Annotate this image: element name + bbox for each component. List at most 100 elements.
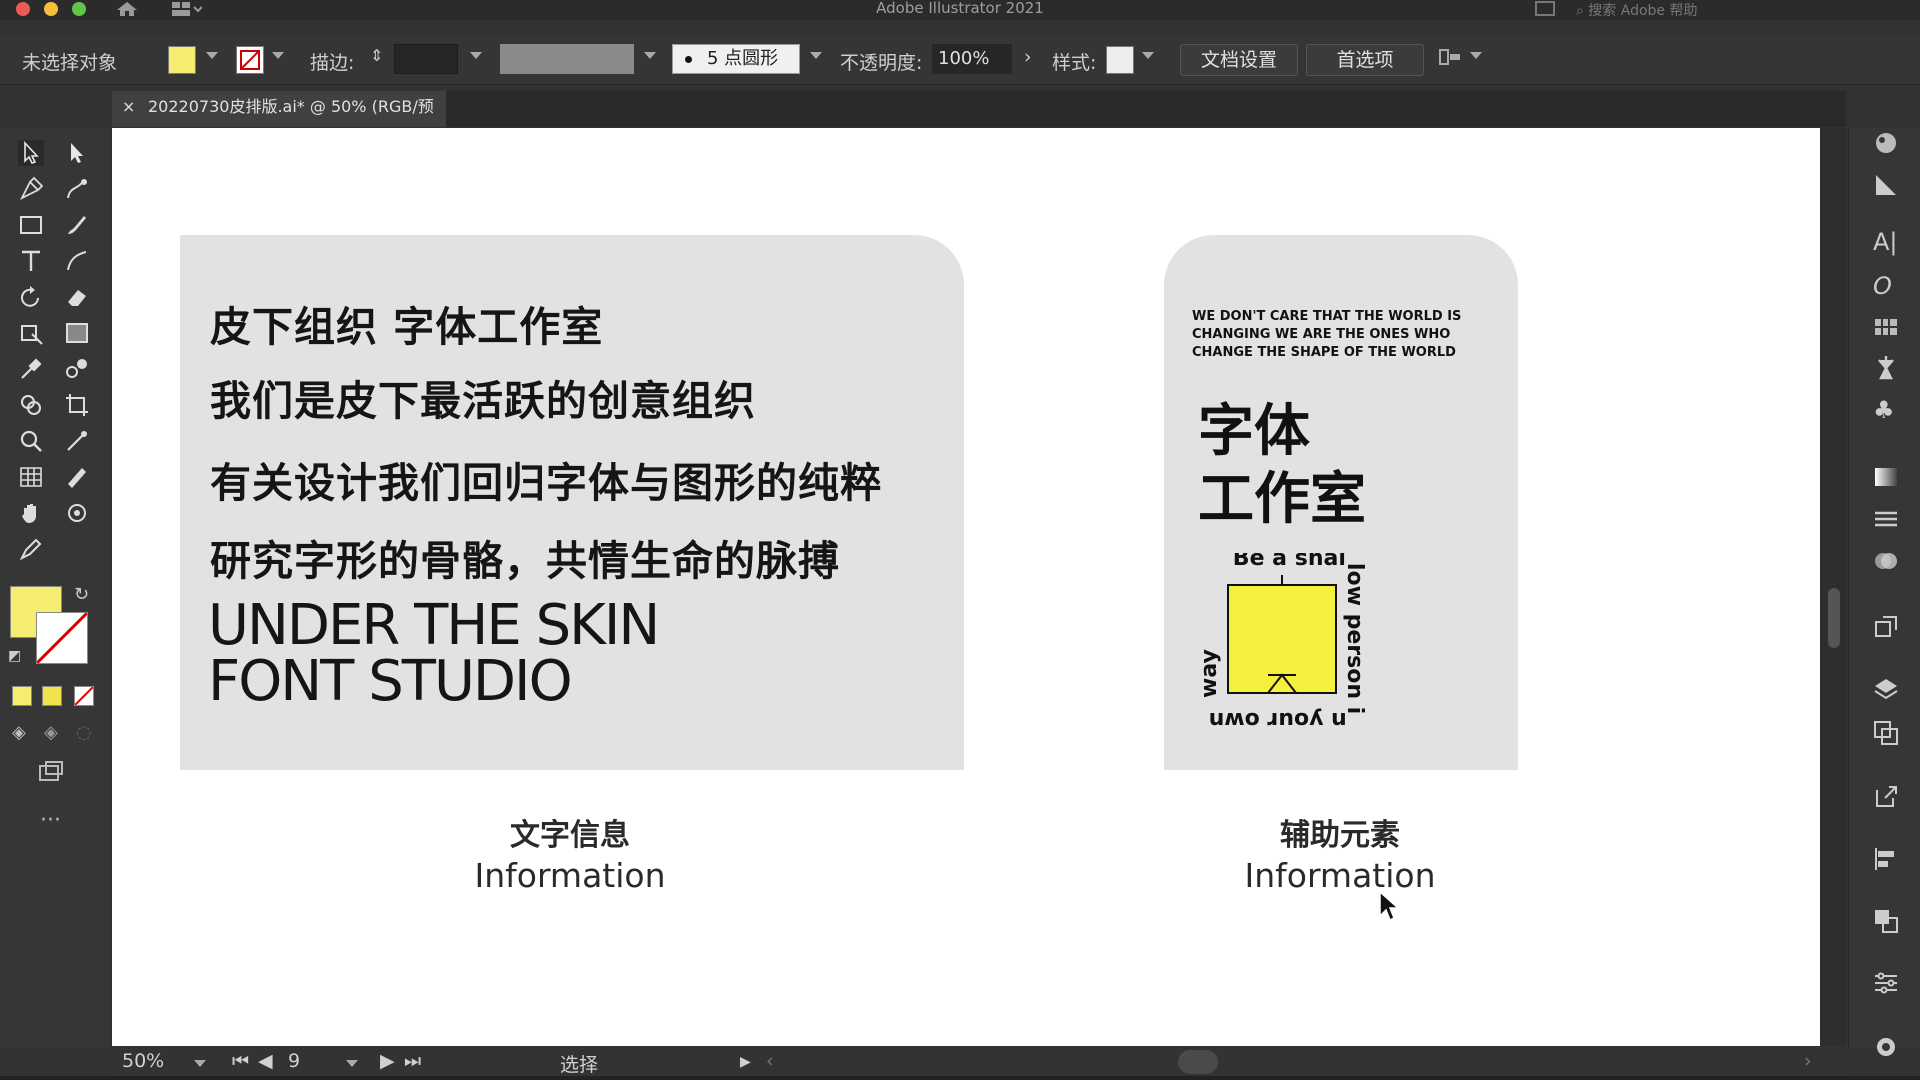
caption-text-info-zh: 文字信息	[510, 818, 630, 853]
layers-icon[interactable]	[1873, 676, 1899, 702]
brush-definition-select[interactable]: 5 点圆形	[672, 44, 800, 74]
vertical-scrollbar[interactable]	[1820, 128, 1846, 1046]
brush-dropdown-icon[interactable]	[810, 52, 822, 59]
edit-toolbar-icon[interactable]: ···	[40, 808, 66, 834]
stroke-panel-icon[interactable]	[1873, 506, 1899, 532]
draw-normal-icon[interactable]: ◈	[12, 722, 38, 748]
help-search-placeholder: 搜索 Adobe 帮助	[1588, 3, 1698, 19]
fill-swatch[interactable]	[168, 46, 196, 74]
graph-tool-icon[interactable]	[18, 464, 44, 490]
preferences-button[interactable]: 首选项	[1306, 44, 1424, 76]
scroll-left-icon[interactable]: ‹	[766, 1050, 774, 1072]
document-tab[interactable]: × 20220730皮排版.ai* @ 50% (RGB/预览)	[112, 91, 446, 148]
tool-status: 选择	[560, 1054, 599, 1076]
aux-elements-card[interactable]: WE DON'T CARE THAT THE WORLD IS CHANGING…	[1164, 235, 1518, 770]
swap-fill-stroke-icon[interactable]: ↻	[74, 584, 100, 610]
swatches-icon[interactable]	[1873, 314, 1899, 340]
draw-behind-icon[interactable]: ◈	[44, 722, 70, 748]
direct-selection-tool-icon[interactable]	[64, 140, 90, 166]
align-icon[interactable]	[1873, 846, 1899, 872]
draw-inside-icon[interactable]: ◌	[76, 722, 102, 748]
stroke-color-box[interactable]	[35, 611, 89, 665]
eyedropper-tool-icon[interactable]	[18, 356, 44, 382]
status-menu-icon[interactable]: ▶	[740, 1054, 751, 1070]
close-tab-icon[interactable]: ×	[122, 91, 135, 123]
stroke-label: 描边:	[310, 52, 355, 74]
rectangle-tool-icon[interactable]	[18, 212, 44, 238]
gradient-panel-icon[interactable]	[1873, 464, 1899, 490]
arrange-documents-icon[interactable]	[1535, 1, 1555, 16]
symbol-sprayer-tool-icon[interactable]	[64, 500, 90, 526]
zoom-level[interactable]: 50%	[122, 1050, 164, 1072]
help-search-input[interactable]: ⌕ 搜索 Adobe 帮助	[1576, 0, 1697, 20]
slogan-text: WE DON'T CARE THAT THE WORLD IS CHANGING…	[1192, 309, 1462, 360]
horizontal-scroll-thumb[interactable]	[1178, 1050, 1218, 1074]
color-mode-icon[interactable]	[12, 686, 32, 706]
artboard-canvas[interactable]: 皮下组织 字体工作室 我们是皮下最活跃的创意组织 有关设计我们回归字体与图形的纯…	[112, 128, 1820, 1046]
pencil-tool-icon[interactable]	[18, 536, 44, 562]
properties-icon[interactable]	[1873, 172, 1899, 198]
slice-tool-icon[interactable]	[64, 464, 90, 490]
none-mode-icon[interactable]	[74, 686, 94, 706]
first-artboard-icon[interactable]: ⏮	[232, 1050, 249, 1072]
document-setup-button[interactable]: 文档设置	[1180, 44, 1298, 76]
export-icon[interactable]	[1873, 784, 1899, 810]
vertical-scroll-thumb[interactable]	[1828, 588, 1840, 648]
stroke-dropdown-icon[interactable]	[272, 52, 284, 59]
next-artboard-icon[interactable]: ▶	[380, 1050, 395, 1072]
artboards-icon[interactable]	[1873, 720, 1899, 746]
fill-dropdown-icon[interactable]	[206, 52, 218, 59]
stroke-stepper-icon[interactable]: ⇕	[370, 46, 383, 65]
transparency-icon[interactable]	[1873, 548, 1899, 574]
screen-mode-icon[interactable]	[38, 760, 64, 786]
variable-width-profile[interactable]	[500, 44, 634, 74]
zoom-tool-icon[interactable]	[18, 428, 44, 454]
text-info-card[interactable]: 皮下组织 字体工作室 我们是皮下最活跃的创意组织 有关设计我们回归字体与图形的纯…	[180, 235, 964, 770]
character-icon[interactable]: A|	[1873, 228, 1899, 256]
arrange-dropdown-icon[interactable]	[1470, 52, 1482, 59]
previous-artboard-icon[interactable]: ◀	[258, 1050, 273, 1072]
style-dropdown-icon[interactable]	[1142, 52, 1154, 59]
stroke-weight-input[interactable]	[394, 44, 458, 74]
measure-tool-icon[interactable]	[64, 428, 90, 454]
opentype-icon[interactable]: O	[1873, 272, 1899, 300]
type-tool-icon[interactable]	[18, 248, 44, 274]
caption-text-info: 文字信息 Information	[420, 810, 720, 895]
artboard-tool-icon[interactable]	[64, 392, 90, 418]
brushes-icon[interactable]	[1873, 354, 1899, 380]
blend-tool-icon[interactable]	[64, 356, 90, 382]
selection-tool-icon[interactable]	[18, 140, 44, 166]
properties-sliders-icon[interactable]	[1873, 970, 1899, 996]
graphic-style-swatch[interactable]	[1106, 46, 1134, 74]
last-artboard-icon[interactable]: ⏭	[404, 1050, 421, 1072]
opacity-arrow-icon[interactable]: ›	[1024, 46, 1032, 68]
paintbrush-tool-icon[interactable]	[64, 212, 90, 238]
cc-libraries-icon[interactable]	[1873, 1034, 1899, 1060]
profile-dropdown-icon[interactable]	[644, 52, 656, 59]
curvature-tool-icon[interactable]	[64, 176, 90, 202]
hand-tool-icon[interactable]	[18, 500, 44, 526]
zoom-dropdown-icon[interactable]	[194, 1060, 206, 1067]
rotate-tool-icon[interactable]	[18, 284, 44, 310]
asset-export-icon[interactable]	[1873, 614, 1899, 640]
shape-builder-tool-icon[interactable]	[18, 392, 44, 418]
artboard-number-input[interactable]: 9	[288, 1050, 300, 1072]
no-stroke-icon	[240, 50, 260, 70]
line-segment-tool-icon[interactable]	[64, 248, 90, 274]
free-transform-tool-icon[interactable]	[18, 320, 44, 346]
opacity-input[interactable]: 100%	[932, 44, 1012, 74]
gradient-tool-icon[interactable]	[64, 320, 90, 346]
stroke-swatch[interactable]	[236, 46, 264, 74]
color-guide-icon[interactable]	[1873, 130, 1899, 156]
pathfinder-icon[interactable]	[1873, 908, 1899, 934]
eraser-tool-icon[interactable]	[64, 284, 90, 310]
english-title-1: UNDER THE SKIN	[208, 593, 660, 658]
symbols-icon[interactable]: ♣	[1873, 396, 1899, 424]
pen-tool-icon[interactable]	[18, 176, 44, 202]
stroke-weight-dropdown-icon[interactable]	[470, 52, 482, 59]
artboard-dropdown-icon[interactable]	[346, 1060, 358, 1067]
scroll-right-icon[interactable]: ›	[1804, 1050, 1812, 1072]
default-fill-stroke-icon[interactable]: ◩	[8, 648, 34, 674]
gradient-mode-icon[interactable]	[42, 686, 62, 706]
arrange-icon[interactable]	[1438, 48, 1462, 70]
